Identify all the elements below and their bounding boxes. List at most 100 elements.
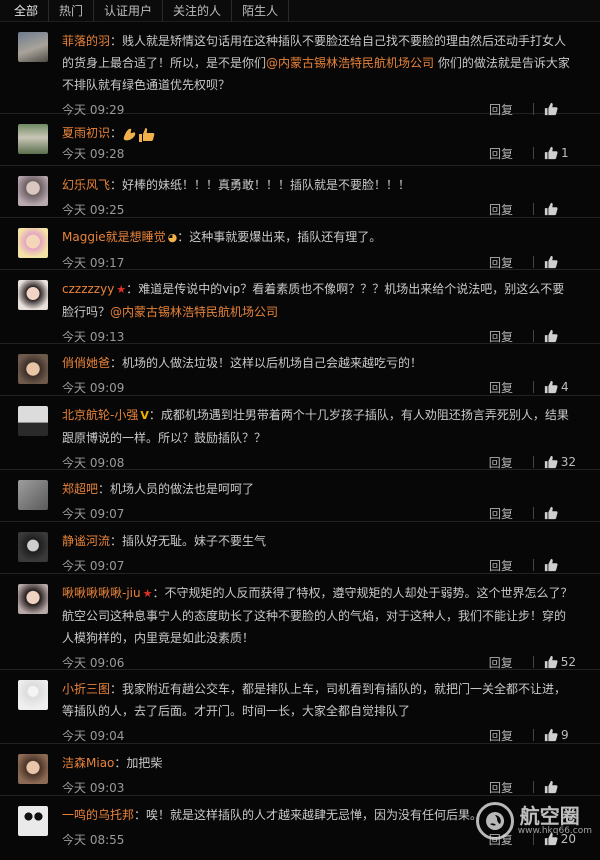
user-name[interactable]: 夏雨初识	[62, 126, 110, 140]
avatar[interactable]	[18, 124, 48, 154]
tab-verified[interactable]: 认证用户	[94, 0, 164, 22]
avatar[interactable]	[18, 806, 48, 836]
verified-v-icon: V	[140, 409, 149, 422]
thumbs-up-icon	[544, 780, 558, 794]
like-button[interactable]: 9	[544, 728, 576, 742]
thumbs-up-icon	[544, 655, 558, 669]
timestamp: 今天 09:08	[62, 455, 125, 470]
comment-text: 北京航轮-小强 V：成都机场遇到壮男带着两个十几岁孩子插队，有人劝阻还扬言弄死别人…	[62, 404, 576, 449]
like-button[interactable]	[544, 329, 576, 343]
divider	[533, 729, 534, 741]
user-name[interactable]: 俏俏她爸	[62, 356, 110, 370]
user-name[interactable]: 啾啾啾啾啾-jiu	[62, 586, 141, 600]
reply-button[interactable]: 回复	[489, 145, 513, 162]
avatar[interactable]	[18, 176, 48, 206]
comment-text: 郑超吧：机场人员的做法也是呵呵了	[62, 482, 255, 496]
timestamp: 今天 09:09	[62, 380, 125, 395]
comment-item: 夏雨初识： 今天 09:28 回复 1	[0, 114, 600, 166]
comment-text: 啾啾啾啾啾-jiu ★：不守规矩的人反而获得了特权，遵守规矩的人却处于弱势。这个世…	[62, 582, 576, 649]
comment-item: 幻乐风飞：好棒的妹纸！！！真勇敢！！！插队就是不要脸！！！ 今天 09:25 回…	[0, 166, 600, 218]
timestamp: 今天 09:13	[62, 329, 125, 344]
divider	[533, 559, 534, 571]
comment-item: Maggie就是想睡觉 ◕：这种事就要爆出来，插队还有理了。 今天 09:17 回…	[0, 218, 600, 270]
tab-strangers[interactable]: 陌生人	[232, 0, 290, 22]
comment-item: 郑超吧：机场人员的做法也是呵呵了 今天 09:07 回复	[0, 470, 600, 522]
like-count: 52	[560, 655, 576, 669]
reply-button[interactable]: 回复	[489, 505, 513, 522]
comment-item: 俏俏她爸：机场的人做法垃圾！这样以后机场自己会越来越吃亏的！ 今天 09:09 …	[0, 344, 600, 396]
like-button[interactable]	[544, 202, 576, 216]
like-button[interactable]	[544, 780, 576, 794]
like-button[interactable]: 52	[544, 655, 576, 669]
divider	[533, 330, 534, 342]
like-button[interactable]	[544, 558, 576, 572]
vip-star-icon: ★	[142, 587, 153, 600]
avatar[interactable]	[18, 584, 48, 614]
avatar[interactable]	[18, 480, 48, 510]
user-name[interactable]: 洁森Miao	[62, 756, 114, 770]
divider	[533, 203, 534, 215]
user-name[interactable]: 小折三图	[62, 682, 110, 696]
like-button[interactable]	[544, 255, 576, 269]
thumbs-up-icon	[544, 506, 558, 520]
user-name[interactable]: Maggie就是想睡觉	[62, 230, 166, 244]
user-name[interactable]: 北京航轮-小强	[62, 408, 138, 422]
comment-text: 静谧河流：插队好无耻。妹子不要生气	[62, 534, 267, 548]
divider	[533, 507, 534, 519]
reply-button[interactable]: 回复	[489, 328, 513, 345]
timestamp: 今天 09:07	[62, 506, 125, 521]
like-count: 32	[560, 455, 576, 469]
divider	[533, 147, 534, 159]
reply-button[interactable]: 回复	[489, 201, 513, 218]
avatar[interactable]	[18, 32, 48, 62]
reply-button[interactable]: 回复	[489, 454, 513, 471]
comment-item: czzzzzyy ★：难道是传说中的vip？看着素质也不像啊？？？机场出来给个说法…	[0, 270, 600, 344]
like-button[interactable]	[544, 506, 576, 520]
tab-all[interactable]: 全部	[6, 0, 50, 22]
reply-button[interactable]: 回复	[489, 379, 513, 396]
comment-text: 洁森Miao：加把柴	[62, 756, 163, 770]
filter-tabs: 全部 热门 认证用户 关注的人 陌生人	[0, 0, 600, 22]
user-name[interactable]: 郑超吧	[62, 482, 98, 496]
tab-hot[interactable]: 热门	[49, 0, 95, 22]
user-name[interactable]: 幻乐风飞	[62, 178, 110, 192]
mention-link[interactable]: @内蒙古锡林浩特民航机场公司	[110, 305, 278, 319]
reply-button[interactable]: 回复	[489, 254, 513, 271]
timestamp: 今天 09:25	[62, 202, 125, 217]
reply-button[interactable]: 回复	[489, 557, 513, 574]
timestamp: 今天 09:03	[62, 780, 125, 795]
user-name[interactable]: czzzzzyy	[62, 282, 114, 296]
avatar[interactable]	[18, 228, 48, 258]
like-count: 1	[561, 146, 569, 160]
avatar[interactable]	[18, 754, 48, 784]
mention-link[interactable]: @内蒙古锡林浩特民航机场公司	[266, 56, 434, 70]
like-button[interactable]: 4	[544, 380, 576, 394]
reply-button[interactable]: 回复	[489, 727, 513, 744]
thumbs-up-icon	[544, 455, 558, 469]
timestamp: 今天 09:07	[62, 558, 125, 573]
thumbs-up-icon	[544, 202, 558, 216]
avatar[interactable]	[18, 354, 48, 384]
thumbs-up-icon	[544, 380, 558, 394]
thumbs-up-icon	[544, 255, 558, 269]
reply-button[interactable]: 回复	[489, 779, 513, 796]
divider	[533, 781, 534, 793]
user-name[interactable]: 一鸣的乌托邦	[62, 808, 134, 822]
divider	[532, 456, 534, 468]
reply-button[interactable]: 回复	[489, 654, 513, 671]
divider	[533, 381, 534, 393]
avatar[interactable]	[18, 406, 48, 436]
like-button[interactable]: 32	[544, 455, 576, 469]
avatar[interactable]	[18, 532, 48, 562]
avatar[interactable]	[18, 280, 48, 310]
timestamp: 今天 09:28	[62, 146, 125, 161]
tab-following[interactable]: 关注的人	[163, 0, 233, 22]
watermark-text: 航空圈	[519, 804, 580, 828]
thumbs-up-icon	[544, 329, 558, 343]
user-name[interactable]: 静谧河流	[62, 534, 110, 548]
like-button[interactable]: 1	[544, 146, 576, 160]
avatar[interactable]	[18, 680, 48, 710]
thumbs-up-icon	[544, 146, 558, 160]
vip-star-icon: ★	[116, 283, 127, 296]
user-name[interactable]: 菲落的羽	[62, 34, 110, 48]
